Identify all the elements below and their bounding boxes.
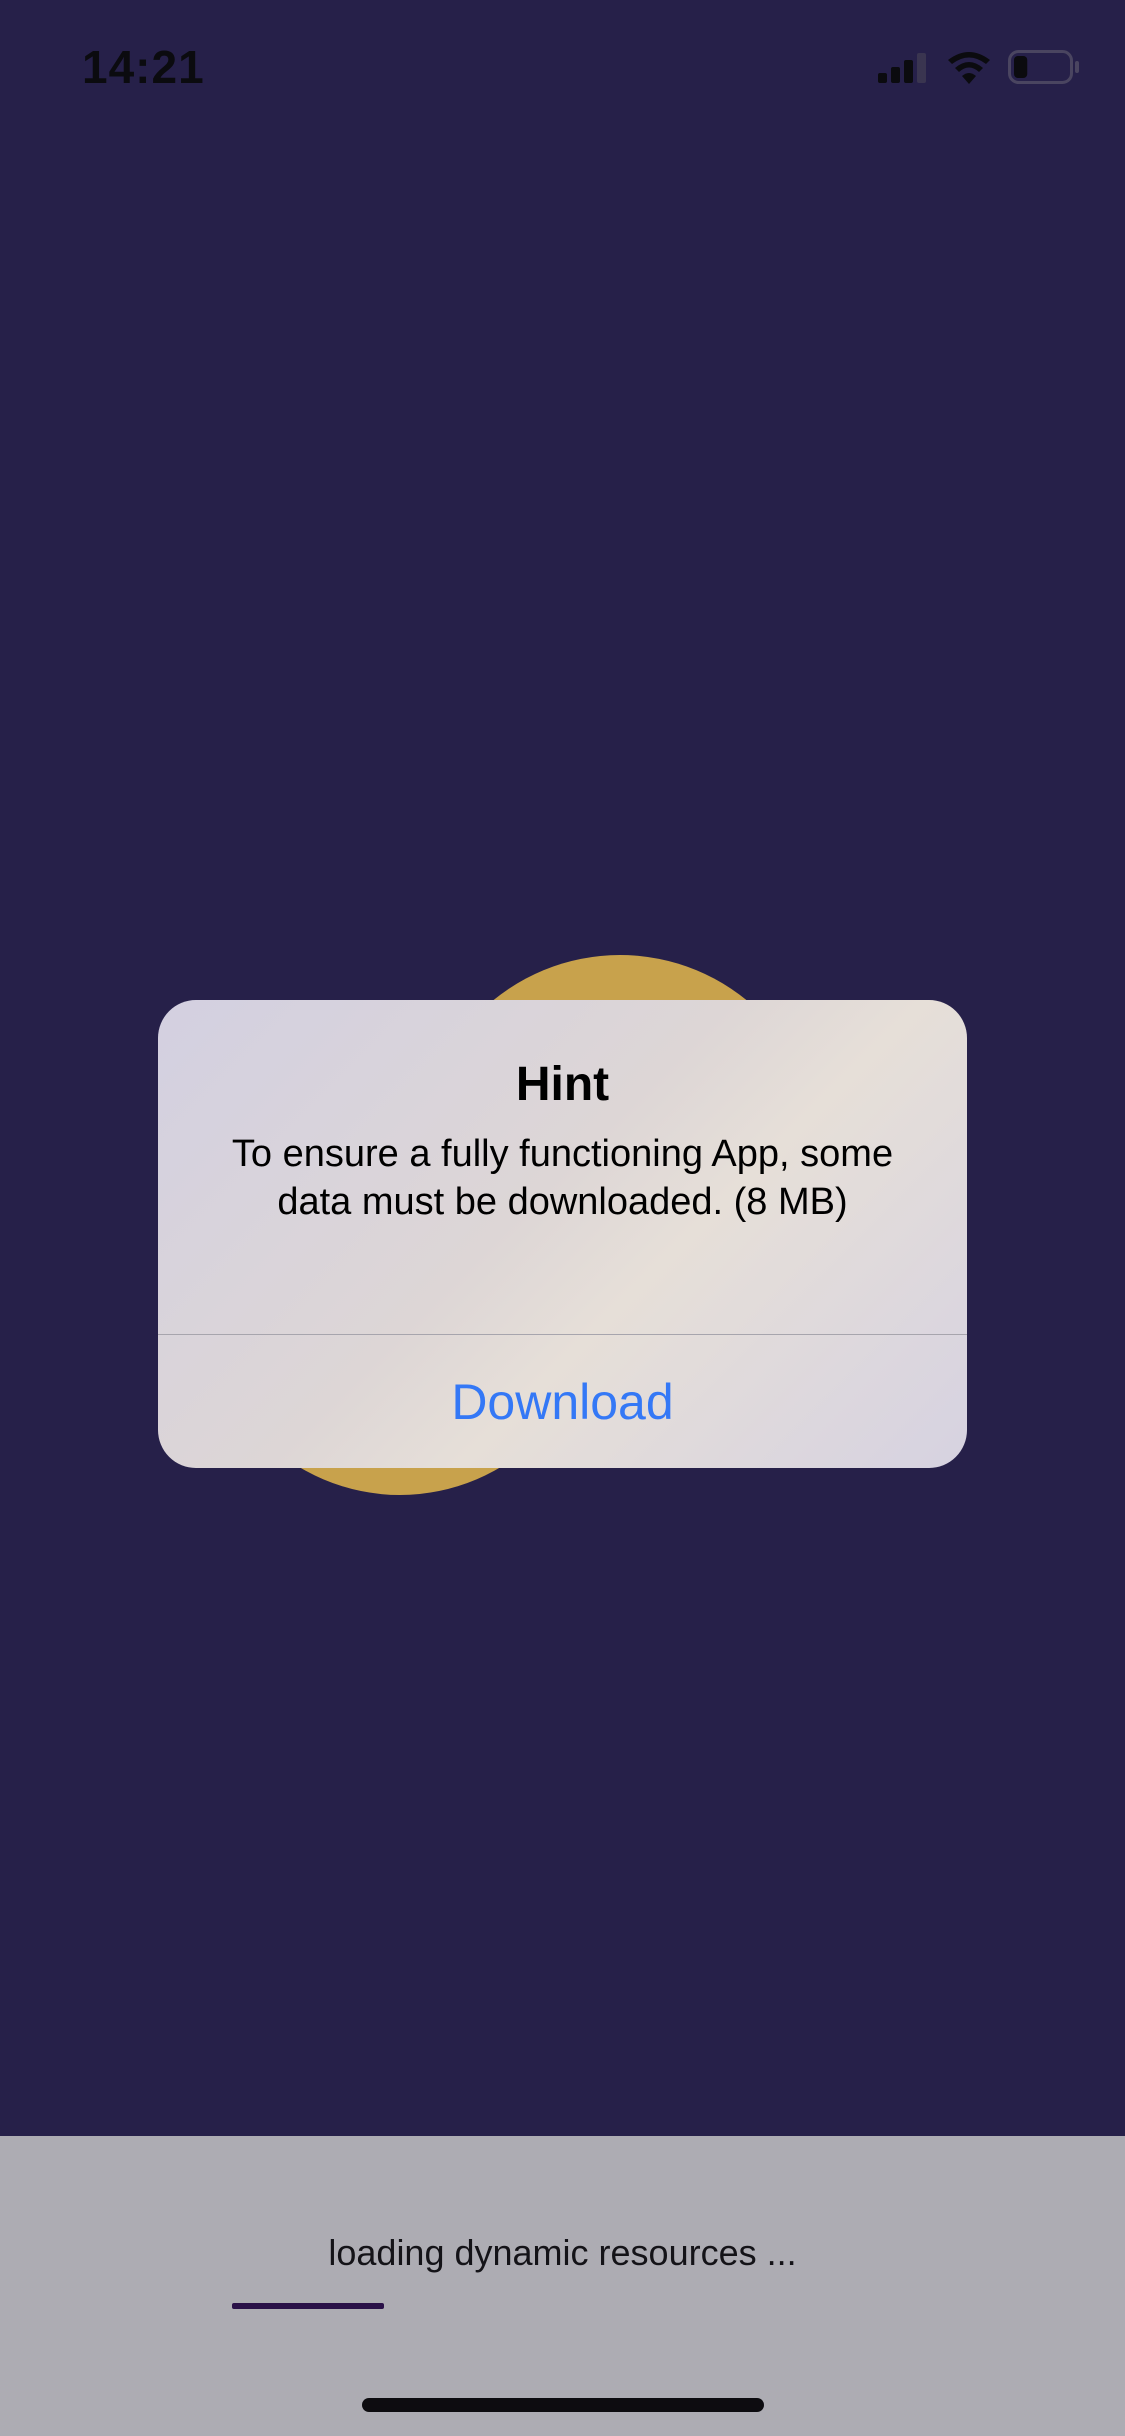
loading-progress-fill — [232, 2303, 385, 2309]
alert-message: To ensure a fully functioning App, some … — [231, 1133, 894, 1223]
download-button[interactable]: Download — [158, 1335, 967, 1468]
loading-status-text: loading dynamic resources ... — [328, 2232, 797, 2273]
home-indicator[interactable] — [362, 2398, 764, 2412]
loading-progress-bar — [232, 2303, 893, 2309]
alert-title: Hint — [515, 1058, 610, 1111]
loading-panel: loading dynamic resources ... — [0, 2136, 1125, 2436]
hint-alert-dialog: Hint To ensure a fully functioning App, … — [158, 1000, 967, 1468]
